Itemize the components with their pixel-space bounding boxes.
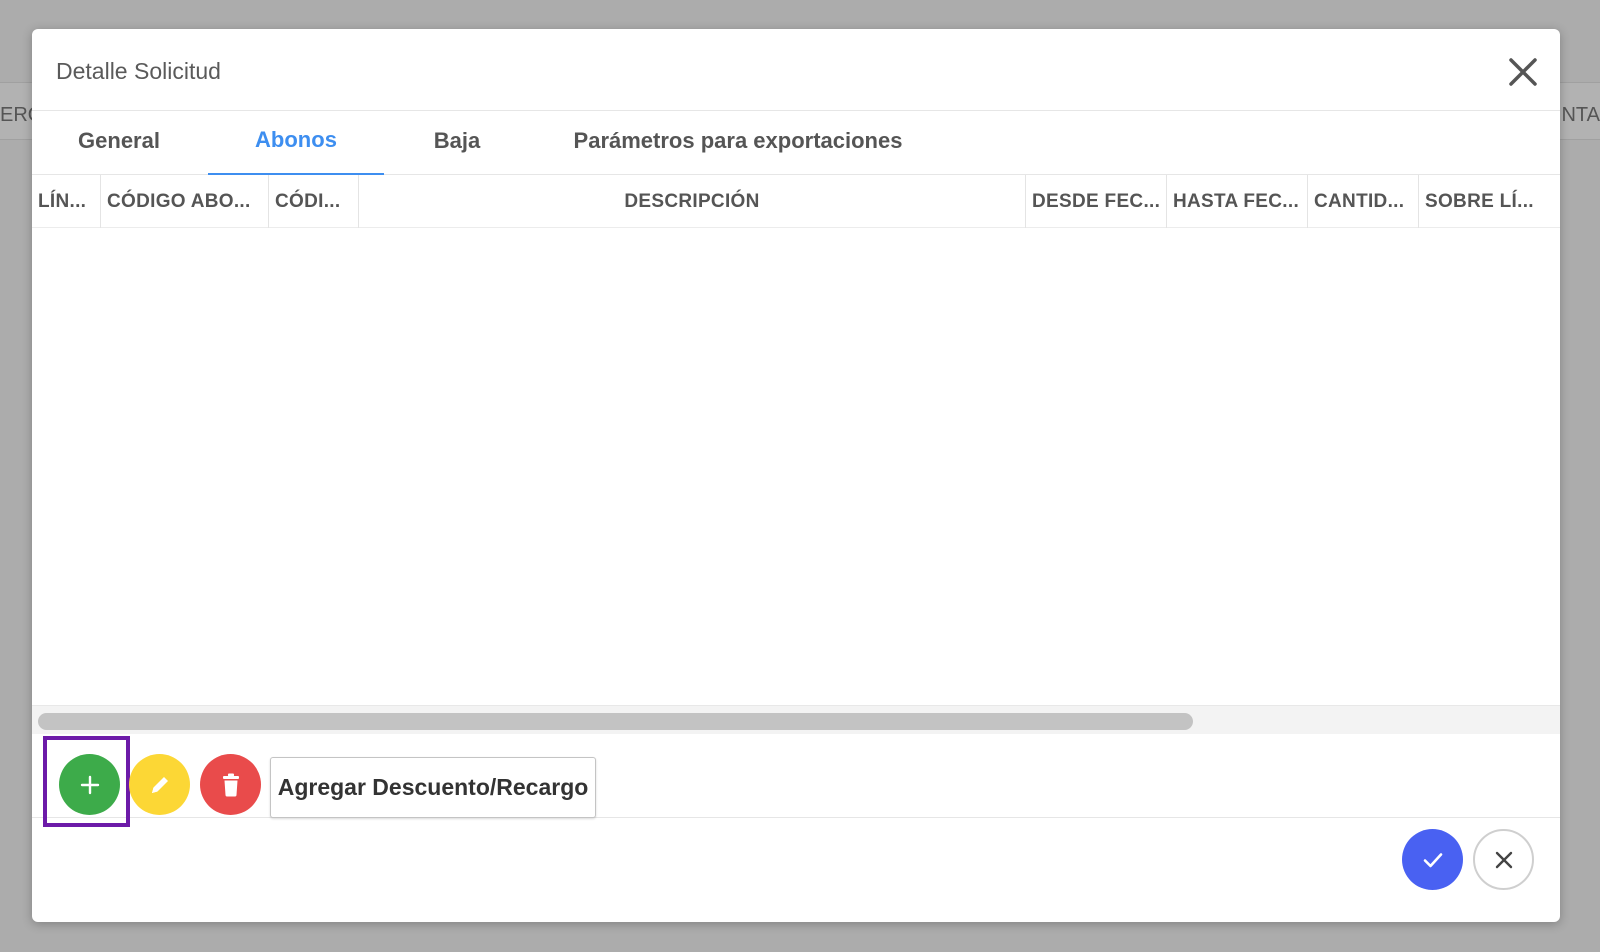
tab-general[interactable]: General (54, 111, 184, 175)
action-bar: Agregar Descuento/Recargo (32, 729, 1560, 827)
column-header-desde-fecha[interactable]: DESDE FEC... (1026, 175, 1167, 228)
cancel-button[interactable] (1473, 829, 1534, 890)
add-discount-surcharge-button[interactable]: Agregar Descuento/Recargo (270, 757, 596, 818)
detalle-solicitud-modal: Detalle Solicitud General Abonos Baja Pa… (32, 29, 1560, 922)
column-header-cantidad[interactable]: CANTID... (1308, 175, 1419, 228)
background-text-fragment-right: NTA (1561, 104, 1600, 126)
column-header-codigo-abono[interactable]: CÓDIGO ABO... (101, 175, 269, 228)
tab-parametros-exportaciones[interactable]: Parámetros para exportaciones (562, 111, 914, 175)
delete-button[interactable] (200, 754, 261, 815)
grid-header: LÍN... CÓDIGO ABO... CÓDI... DESCRIPCIÓN… (32, 175, 1560, 228)
column-header-sobre-linea[interactable]: SOBRE LÍ... (1419, 175, 1560, 228)
column-header-codigo[interactable]: CÓDI... (269, 175, 359, 228)
pencil-icon (151, 776, 168, 793)
column-header-linea[interactable]: LÍN... (32, 175, 101, 228)
trash-icon (222, 773, 239, 796)
tab-baja[interactable]: Baja (412, 111, 502, 175)
column-header-descripcion[interactable]: DESCRIPCIÓN (359, 175, 1026, 228)
tab-bar: General Abonos Baja Parámetros para expo… (32, 111, 1560, 175)
confirm-button[interactable] (1402, 829, 1463, 890)
modal-title: Detalle Solicitud (56, 58, 221, 84)
check-icon (1423, 852, 1442, 867)
tab-abonos[interactable]: Abonos (208, 111, 384, 175)
scrollbar-thumb[interactable] (38, 713, 1193, 730)
close-icon (1495, 851, 1512, 868)
edit-button[interactable] (129, 754, 190, 815)
add-button[interactable] (59, 754, 120, 815)
abonos-grid: LÍN... CÓDIGO ABO... CÓDI... DESCRIPCIÓN… (32, 175, 1560, 734)
plus-icon (80, 775, 99, 794)
column-header-hasta-fecha[interactable]: HASTA FEC... (1167, 175, 1308, 228)
close-icon[interactable] (1506, 55, 1540, 89)
modal-header: Detalle Solicitud (32, 29, 1560, 111)
